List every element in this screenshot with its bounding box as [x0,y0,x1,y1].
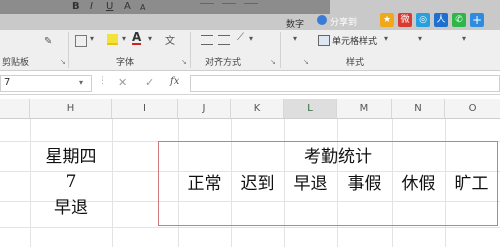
renren-icon[interactable]: 人 [434,13,448,27]
weibo-icon[interactable]: 微 [398,13,412,27]
editing-dropdown-icon[interactable]: ▾ [462,34,466,43]
phonetic-icon[interactable]: 文 [165,32,175,47]
name-box[interactable]: 7 ▾ [0,75,92,92]
align-bottom-icon[interactable] [244,3,258,4]
clipboard-launcher-icon[interactable]: ↘ [60,58,66,66]
name-box-value: 7 [4,77,11,88]
title-bar-shadow [0,0,330,14]
confirm-icon[interactable]: ✓ [145,76,154,89]
formula-bar-grip-icon: ⋮ [98,76,107,86]
align-middle-icon[interactable] [222,3,236,4]
cell-h-value[interactable]: 7 [30,170,112,194]
cell-styles-dropdown-icon[interactable]: ▾ [384,34,388,43]
ribbon-separator [280,32,281,68]
number-launcher-icon[interactable]: ↘ [303,58,309,66]
column-header-i[interactable]: I [112,99,178,118]
decrease-font-button[interactable]: A [140,2,145,14]
italic-button[interactable]: I [90,1,93,13]
star-icon[interactable]: ★ [380,13,394,27]
column-header-l[interactable]: L [284,99,337,118]
ribbon-separator [190,32,191,68]
alignment-group-label: 对齐方式 [205,58,242,68]
formula-bar: 7 ▾ ⋮ ✕ ✓ fx [0,72,500,95]
cells-dropdown-icon[interactable]: ▾ [418,34,422,43]
font-color-dropdown-icon[interactable]: ▾ [148,34,152,43]
more-share-icon[interactable]: + [470,13,484,27]
share-label[interactable]: 分享到 [330,15,357,28]
cell-styles-button[interactable]: 单元格样式 [332,34,377,47]
fill-color-icon[interactable] [107,34,118,45]
category-cell-early-leave[interactable]: 早退 [284,172,337,196]
format-painter-icon[interactable]: ✎ [44,36,52,47]
number-format-label[interactable]: 数字 [286,17,304,30]
column-header-n[interactable]: N [392,99,445,118]
select-all-corner[interactable] [0,99,30,118]
qzone-icon[interactable]: ◎ [416,13,430,27]
category-cell-absent[interactable]: 旷工 [445,172,498,196]
insert-function-button[interactable]: fx [170,76,179,87]
cancel-icon[interactable]: ✕ [118,76,127,89]
column-header-bar: H I J K L M N O [0,99,500,119]
formula-input[interactable] [190,75,500,92]
category-cell-normal[interactable]: 正常 [178,172,231,196]
font-color-icon[interactable]: A [132,31,142,45]
bold-button[interactable]: B [72,1,80,13]
cell-h-weekday[interactable]: 星期四 [30,145,112,169]
merged-title-cell[interactable]: 考勤统计 [231,145,445,169]
cell-styles-icon[interactable] [318,35,330,46]
underline-button[interactable]: U [106,1,113,13]
font-launcher-icon[interactable]: ↘ [181,58,187,66]
column-header-j[interactable]: J [178,99,231,118]
align-top-icon[interactable] [200,3,214,4]
borders-icon[interactable] [75,35,87,47]
alignment-launcher-icon[interactable]: ↘ [270,58,276,66]
column-header-h[interactable]: H [30,99,112,118]
ribbon-separator [68,32,69,68]
column-header-m[interactable]: M [337,99,392,118]
font-group-label: 字体 [116,58,135,68]
orientation-icon[interactable]: ⟋ [237,32,244,43]
category-cell-late[interactable]: 迟到 [231,172,284,196]
gridline [0,227,500,228]
borders-dropdown-icon[interactable]: ▾ [90,34,94,43]
number-format-dropdown-icon[interactable]: ▾ [293,34,297,43]
column-header-o[interactable]: O [445,99,500,118]
clipboard-group-label: 剪贴板 [2,58,30,68]
decrease-indent-icon[interactable] [201,35,213,45]
increase-indent-icon[interactable] [218,35,230,45]
wechat-icon[interactable]: ✆ [452,13,466,27]
styles-group-label: 样式 [346,58,365,68]
fill-color-dropdown-icon[interactable]: ▾ [122,34,126,43]
name-box-dropdown-icon[interactable]: ▾ [79,78,83,87]
share-icon[interactable] [317,15,327,25]
category-cell-vacation[interactable]: 休假 [392,172,445,196]
category-cell-personal-leave[interactable]: 事假 [337,172,392,196]
orientation-dropdown-icon[interactable]: ▾ [249,34,253,43]
column-header-k[interactable]: K [231,99,284,118]
cell-h-status[interactable]: 早退 [30,196,112,220]
increase-font-button[interactable]: A [124,1,131,13]
